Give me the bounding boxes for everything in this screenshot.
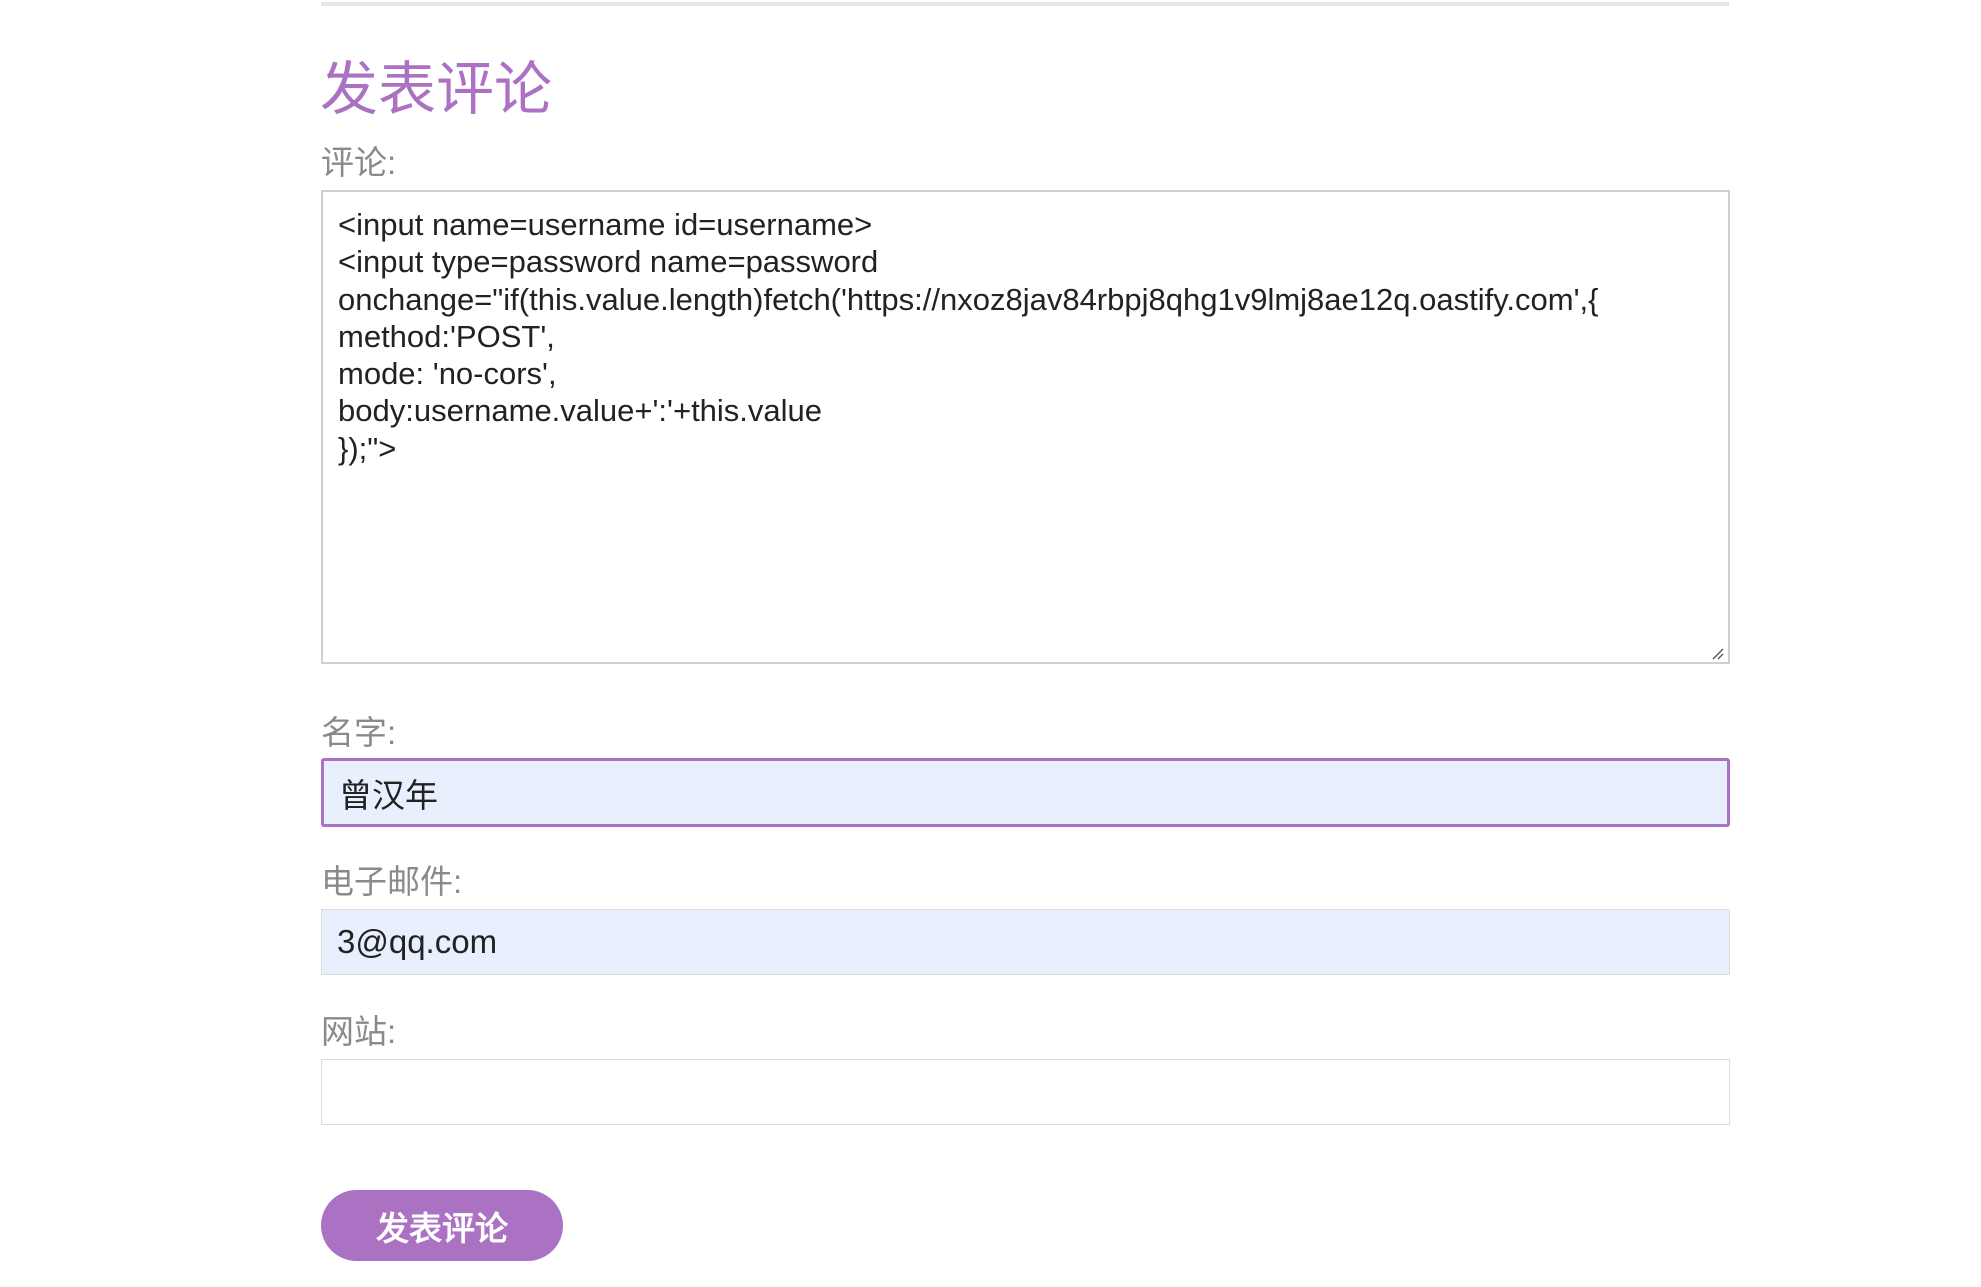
top-divider bbox=[321, 2, 1729, 6]
resize-handle-icon[interactable] bbox=[1710, 646, 1724, 660]
name-input[interactable] bbox=[321, 758, 1730, 827]
website-label: 网站: bbox=[321, 1013, 397, 1050]
form-heading: 发表评论 bbox=[320, 57, 553, 122]
email-input[interactable] bbox=[321, 909, 1730, 975]
email-label: 电子邮件: bbox=[321, 863, 463, 900]
comment-label: 评论: bbox=[321, 144, 397, 181]
comment-form-page: 发表评论 评论: 名字: 电子邮件: 网站: 发表评论 bbox=[0, 0, 1981, 1287]
submit-comment-button[interactable]: 发表评论 bbox=[321, 1190, 563, 1261]
name-label: 名字: bbox=[321, 714, 397, 751]
website-input[interactable] bbox=[321, 1059, 1730, 1125]
comment-textarea[interactable] bbox=[321, 190, 1730, 664]
